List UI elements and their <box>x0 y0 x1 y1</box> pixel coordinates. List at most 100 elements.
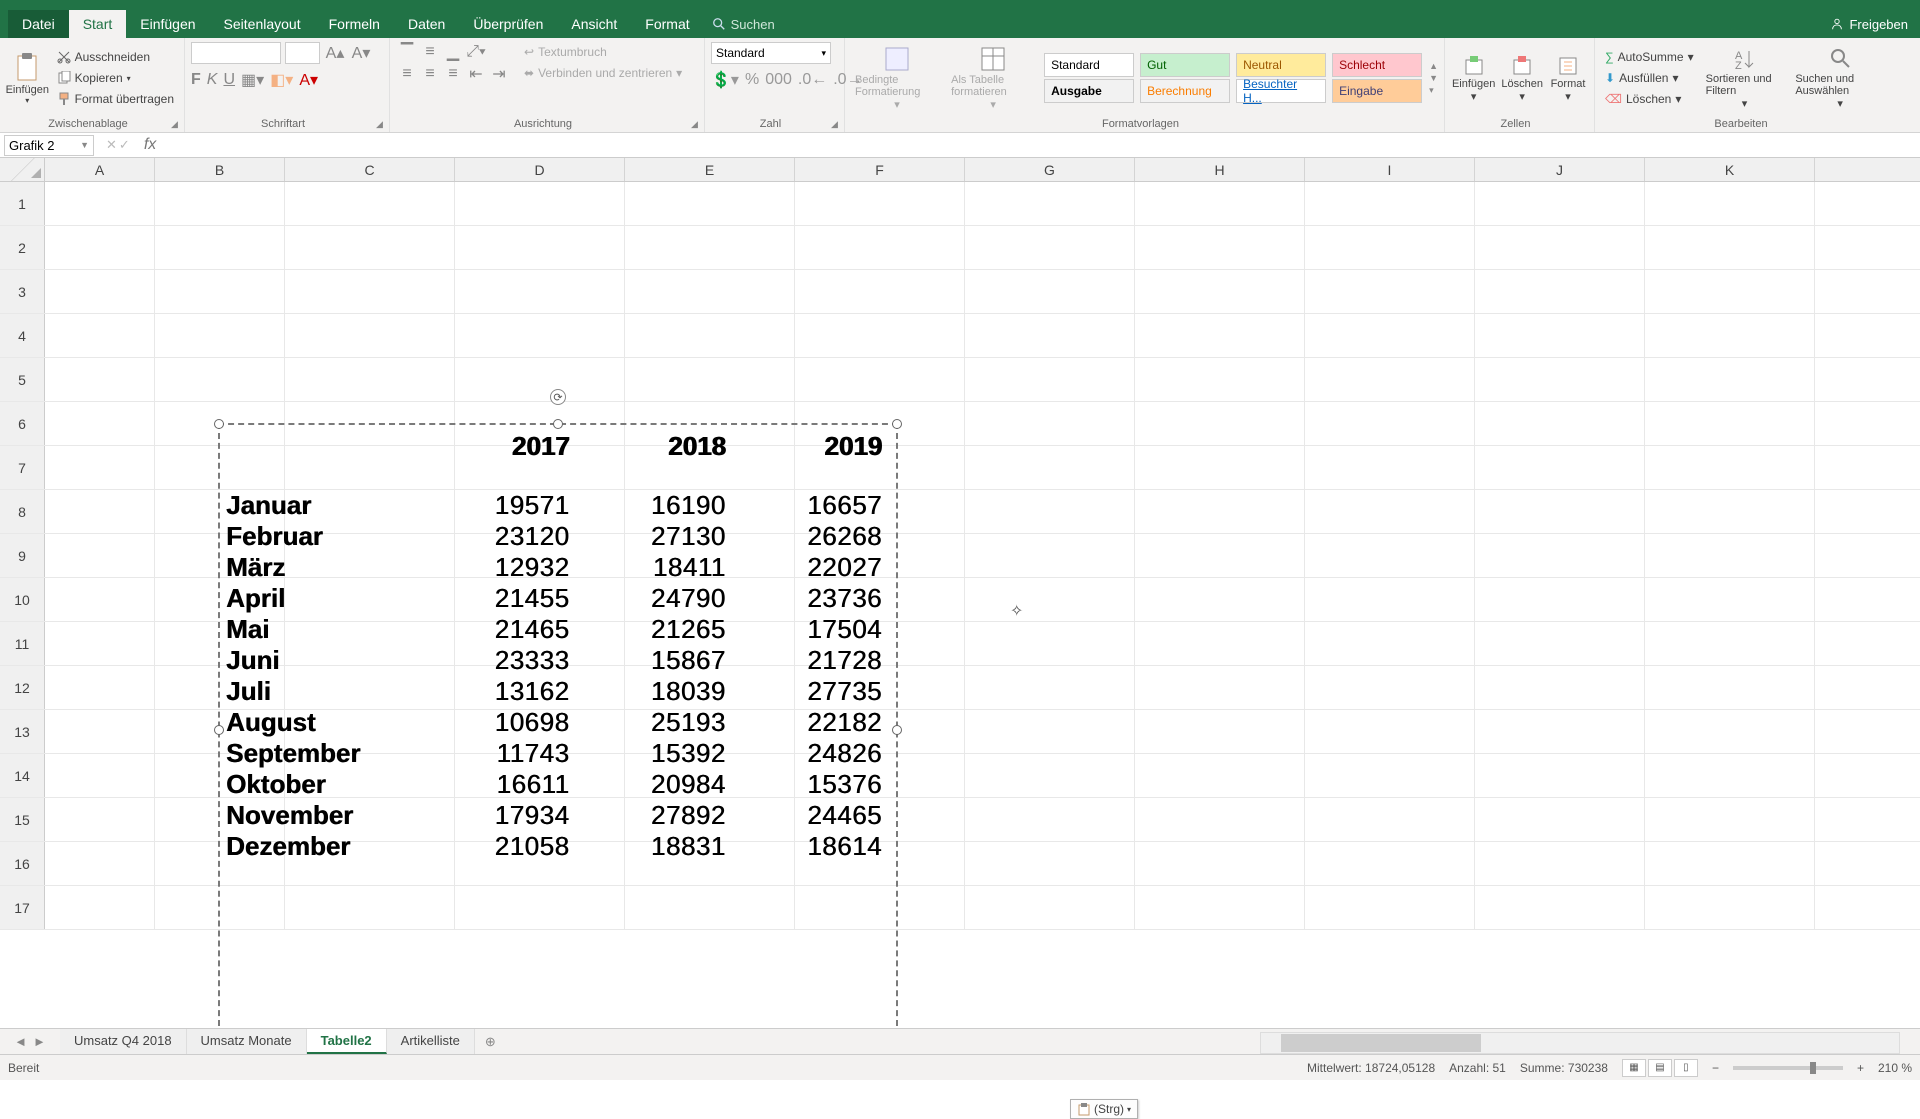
row-header[interactable]: 3 <box>0 270 45 313</box>
tab-daten[interactable]: Daten <box>394 10 459 38</box>
column-header[interactable]: J <box>1475 158 1645 181</box>
tab-ansicht[interactable]: Ansicht <box>557 10 631 38</box>
alignment-launcher[interactable]: ◢ <box>691 119 701 129</box>
cell[interactable] <box>45 754 155 797</box>
cell[interactable] <box>965 358 1135 401</box>
row-header[interactable]: 16 <box>0 842 45 885</box>
fill-color-button[interactable]: ◧▾ <box>270 70 293 90</box>
cell[interactable] <box>455 270 625 313</box>
cell[interactable] <box>1475 358 1645 401</box>
cell[interactable] <box>625 358 795 401</box>
select-all-corner[interactable] <box>0 158 45 181</box>
cell[interactable] <box>1645 886 1815 929</box>
cell[interactable] <box>285 270 455 313</box>
cell[interactable] <box>1135 622 1305 665</box>
cancel-formula-button[interactable]: ✕ <box>106 137 117 153</box>
cell[interactable] <box>45 622 155 665</box>
cell[interactable] <box>45 666 155 709</box>
sheet-tab[interactable]: Umsatz Q4 2018 <box>60 1029 187 1054</box>
orientation-button[interactable]: ⤢▾ <box>465 42 487 62</box>
cell[interactable] <box>1135 402 1305 445</box>
cut-button[interactable]: Ausschneiden <box>53 47 178 67</box>
cell[interactable] <box>965 402 1135 445</box>
cell[interactable] <box>1305 534 1475 577</box>
increase-font-button[interactable]: A▴ <box>324 43 346 63</box>
cell[interactable] <box>1135 754 1305 797</box>
cell[interactable] <box>1645 402 1815 445</box>
column-header[interactable]: G <box>965 158 1135 181</box>
view-page-layout-button[interactable]: ▤ <box>1648 1059 1672 1077</box>
fill-button[interactable]: ⬇Ausfüllen ▾ <box>1601 68 1698 88</box>
resize-handle[interactable] <box>892 419 902 429</box>
cell[interactable] <box>45 578 155 621</box>
font-launcher[interactable]: ◢ <box>376 119 386 129</box>
styles-more[interactable]: ▾ <box>1429 85 1438 96</box>
cell[interactable] <box>1305 798 1475 841</box>
styles-scroll-down[interactable]: ▼ <box>1429 73 1438 83</box>
autosum-button[interactable]: ∑AutoSumme ▾ <box>1601 47 1698 67</box>
row-header[interactable]: 12 <box>0 666 45 709</box>
font-family-combo[interactable] <box>191 42 281 64</box>
fx-icon[interactable]: fx <box>144 136 156 154</box>
cell[interactable] <box>1305 314 1475 357</box>
cell[interactable] <box>1645 314 1815 357</box>
cell[interactable] <box>1645 534 1815 577</box>
cell[interactable] <box>795 270 965 313</box>
cell[interactable] <box>155 226 285 269</box>
style-gut[interactable]: Gut <box>1140 53 1230 77</box>
cell[interactable] <box>625 270 795 313</box>
zoom-level[interactable]: 210 % <box>1878 1061 1912 1075</box>
zoom-out-button[interactable]: − <box>1712 1061 1719 1075</box>
cell[interactable] <box>625 182 795 225</box>
cell[interactable] <box>1475 226 1645 269</box>
row-header[interactable]: 9 <box>0 534 45 577</box>
align-right[interactable]: ≡ <box>442 64 464 84</box>
cell[interactable] <box>1645 226 1815 269</box>
cell[interactable] <box>1475 182 1645 225</box>
cell[interactable] <box>965 314 1135 357</box>
cell[interactable] <box>45 270 155 313</box>
rotate-handle[interactable]: ⟳ <box>550 389 566 405</box>
cell[interactable] <box>1475 666 1645 709</box>
resize-handle[interactable] <box>553 419 563 429</box>
row-header[interactable]: 5 <box>0 358 45 401</box>
cell[interactable] <box>285 358 455 401</box>
cell[interactable] <box>965 710 1135 753</box>
border-button[interactable]: ▦▾ <box>241 70 264 90</box>
tell-me-search[interactable]: Suchen <box>712 17 775 32</box>
pasted-picture-object[interactable]: ⟳ 201720182019Januar195711619016657Febru… <box>218 423 898 1036</box>
cell[interactable] <box>1305 666 1475 709</box>
cell[interactable] <box>1135 710 1305 753</box>
cells-format-button[interactable]: Format▾ <box>1548 52 1588 105</box>
cell[interactable] <box>1645 358 1815 401</box>
cell[interactable] <box>965 226 1135 269</box>
cell[interactable] <box>1475 842 1645 885</box>
cell[interactable] <box>1475 578 1645 621</box>
cell[interactable] <box>1305 182 1475 225</box>
align-top[interactable]: ▔ <box>396 42 418 62</box>
cell[interactable] <box>155 314 285 357</box>
style-berechnung[interactable]: Berechnung <box>1140 79 1230 103</box>
cell[interactable] <box>1305 226 1475 269</box>
cells-delete-button[interactable]: Löschen▾ <box>1500 52 1544 105</box>
row-header[interactable]: 13 <box>0 710 45 753</box>
cell[interactable] <box>1475 490 1645 533</box>
cell[interactable] <box>625 226 795 269</box>
cell[interactable] <box>1645 842 1815 885</box>
column-header[interactable]: H <box>1135 158 1305 181</box>
style-standard[interactable]: Standard <box>1044 53 1134 77</box>
cell[interactable] <box>1475 754 1645 797</box>
italic-button[interactable]: K <box>207 71 218 89</box>
format-painter-button[interactable]: Format übertragen <box>53 89 178 109</box>
cell[interactable] <box>1305 270 1475 313</box>
zoom-in-button[interactable]: + <box>1857 1061 1864 1075</box>
cell[interactable] <box>45 446 155 489</box>
row-header[interactable]: 14 <box>0 754 45 797</box>
cell[interactable] <box>965 622 1135 665</box>
cell[interactable] <box>965 886 1135 929</box>
align-middle[interactable]: ≡ <box>419 42 441 62</box>
cell[interactable] <box>155 182 285 225</box>
share-button[interactable]: Freigeben <box>1818 13 1920 36</box>
resize-handle[interactable] <box>892 725 902 735</box>
row-header[interactable]: 10 <box>0 578 45 621</box>
